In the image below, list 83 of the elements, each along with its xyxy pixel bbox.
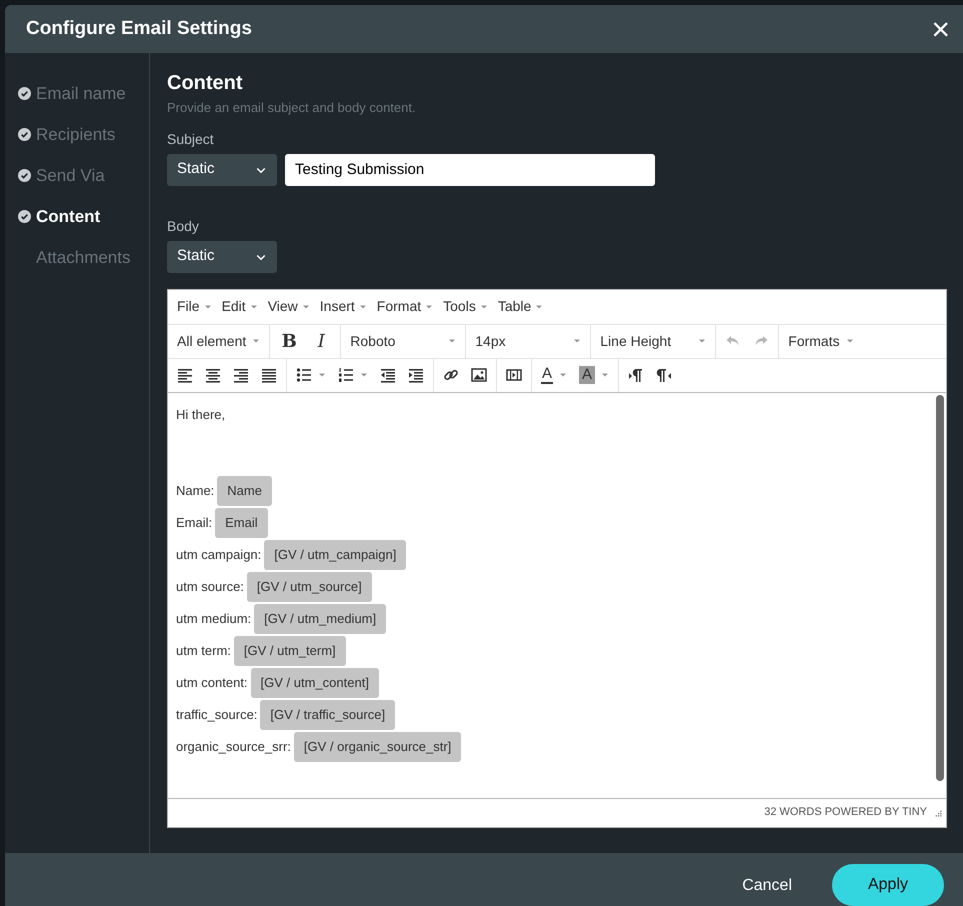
caret-icon [559,371,568,379]
caret-icon [698,337,706,345]
caret-icon [358,302,367,310]
field-label: utm term: [176,642,231,660]
film-icon [506,367,522,383]
image-icon [471,367,487,383]
caret-icon [601,371,610,379]
outdent-icon [380,367,396,383]
format-dropdown[interactable]: All element [171,326,266,356]
merge-tag[interactable]: [GV / utm_campaign] [264,540,406,570]
menu-item[interactable]: View [262,296,315,317]
field-label: Subject [167,130,215,149]
paragraph-ltr-icon [628,367,644,383]
caret-icon [480,302,488,310]
menu-item[interactable]: Tools [438,296,493,317]
close-button[interactable]: × [931,13,950,45]
check-icon [18,169,31,182]
status-text: 32 WORDS POWERED BY TINY [764,805,927,820]
menu-item[interactable]: File [172,296,217,317]
align-left-icon [177,367,193,383]
dialog-title: Configure Email Settings [26,16,252,41]
bullet-list-icon [296,367,312,383]
field-label: Name: [176,482,214,500]
check-icon [18,87,31,100]
menu-item[interactable]: Insert [314,296,372,317]
merge-tag[interactable]: [GV / utm_medium] [254,604,386,634]
caret-icon [573,337,582,345]
field-label: utm medium: [176,610,252,628]
align-right-icon [233,367,249,383]
caret-icon [318,371,326,379]
caret-icon [448,337,456,345]
field-label: utm campaign: [176,546,262,564]
caret-icon [846,337,854,345]
numbered-list-icon [338,367,354,383]
resize-grip-icon [933,808,942,817]
format-dropdown[interactable]: Roboto [344,326,462,356]
italic-button[interactable]: I [305,326,338,356]
merge-tag[interactable]: [GV / utm_source] [246,572,372,602]
format-dropdown[interactable]: Line Height [594,326,712,356]
caret-icon [360,371,368,379]
apply-button[interactable]: Apply [832,864,944,906]
link-icon [443,367,459,383]
highlight-color-button[interactable]: A [573,360,616,390]
merge-tag[interactable]: Name [217,476,272,506]
caret-icon [535,302,544,310]
format-dropdown[interactable]: Formats [782,326,860,356]
justify-icon [261,367,277,383]
field-label: utm content: [176,674,248,692]
section-title: Content [167,71,244,95]
caret-icon [425,302,434,310]
body-text: Hi there, [176,406,226,424]
merge-tag[interactable]: [GV / utm_term] [234,636,346,666]
field-label: Email: [176,514,212,532]
merge-tag[interactable]: [GV / utm_content] [250,668,379,698]
mode-dropdown[interactable]: Static [167,154,277,186]
field-label: utm source: [176,578,244,596]
bold-button[interactable]: B [273,326,306,356]
caret-icon [252,337,260,345]
check-icon [18,210,31,223]
paragraph-rtl-icon [656,367,672,383]
caret-icon [302,302,310,310]
field-label: organic_source_srr: [176,738,291,756]
menu-item[interactable]: Edit [216,296,263,317]
merge-tag[interactable]: Email [215,508,268,538]
caret-icon [204,302,212,310]
align-center-icon [205,367,221,383]
scrollbar[interactable] [936,394,944,780]
check-icon [18,128,31,141]
merge-tag[interactable]: [GV / organic_source_str] [294,732,462,762]
menu-item[interactable]: Format [372,296,438,317]
indent-icon [408,367,424,383]
merge-tag[interactable]: [GV / traffic_source] [260,700,396,730]
menu-item[interactable]: Table [492,296,548,317]
field-label: Body [167,216,200,236]
text-color-button[interactable]: A [535,360,574,390]
cancel-button[interactable]: Cancel [742,874,792,898]
format-dropdown[interactable]: 14px [469,326,588,356]
subject-field[interactable]: Testing Submission [285,154,655,186]
section-description: Provide an email subject and body content. [167,99,417,117]
sidebar-item[interactable]: Content [5,196,149,237]
mode-dropdown[interactable]: Static [167,240,277,272]
field-label: traffic_source: [176,706,258,724]
caret-icon [250,302,258,310]
